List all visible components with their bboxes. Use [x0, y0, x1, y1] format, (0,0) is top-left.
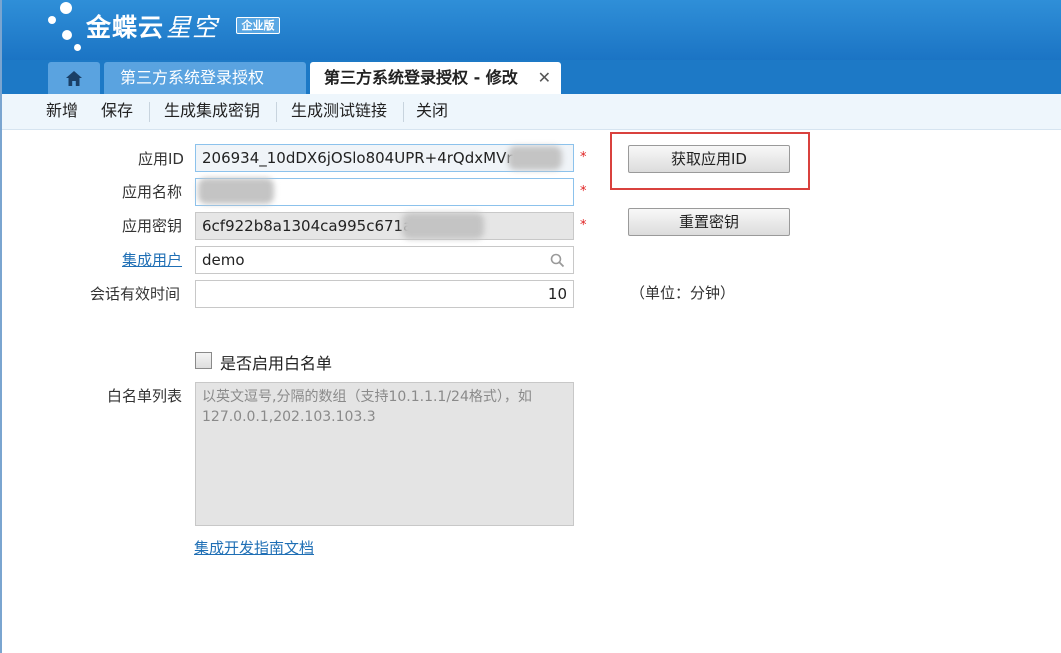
app-id-value: 206934_10dDX6jOSlo804UPR+4rQdxMVr [202, 149, 513, 167]
home-icon [66, 71, 82, 86]
integration-user-link[interactable]: 集成用户 [122, 249, 182, 270]
save-button[interactable]: 保存 [101, 94, 133, 128]
redaction-blur [508, 146, 562, 170]
logo-bold: 金蝶云 [86, 13, 165, 42]
session-time-input[interactable]: 10 [195, 280, 574, 308]
tab-home[interactable] [48, 62, 100, 94]
tab-bar: 第三方系统登录授权 第三方系统登录授权 - 修改 ✕ [2, 60, 1061, 94]
logo-text: 金蝶云星空 [86, 8, 218, 44]
new-button[interactable]: 新增 [46, 94, 78, 128]
close-button[interactable]: 关闭 [416, 94, 448, 128]
redaction-blur [198, 178, 274, 204]
integration-user-value: demo [202, 251, 245, 269]
tab-label: 第三方系统登录授权 - 修改 [324, 68, 518, 87]
redaction-blur [402, 213, 484, 239]
toolbar-divider [276, 102, 277, 122]
edition-badge: 企业版 [236, 17, 280, 34]
whitelist-placeholder: 以英文逗号,分隔的数组（支持10.1.1.1/24格式），如127.0.0.1,… [202, 389, 532, 425]
toolbar-divider [403, 102, 404, 122]
integration-guide-link[interactable]: 集成开发指南文档 [194, 537, 314, 558]
tab-label: 第三方系统登录授权 [120, 68, 265, 87]
required-mark: * [580, 150, 587, 165]
app-name-label: 应用名称 [122, 183, 183, 201]
tab-authorization-list[interactable]: 第三方系统登录授权 [104, 62, 306, 94]
session-time-label: 会话有效时间 [90, 285, 181, 303]
search-icon[interactable] [550, 253, 565, 268]
toolbar: 新增 保存 生成集成密钥 生成测试链接 关闭 [2, 94, 1061, 130]
session-time-value: 10 [547, 285, 567, 303]
tab-authorization-edit[interactable]: 第三方系统登录授权 - 修改 ✕ [310, 62, 561, 94]
generate-key-button[interactable]: 生成集成密钥 [164, 94, 260, 128]
logo-dots-icon [44, 2, 84, 54]
required-mark: * [580, 184, 587, 199]
required-mark: * [580, 218, 587, 233]
reset-secret-button[interactable]: 重置密钥 [628, 208, 790, 236]
whitelist-textarea[interactable]: 以英文逗号,分隔的数组（支持10.1.1.1/24格式），如127.0.0.1,… [195, 382, 574, 526]
app-secret-field[interactable]: 6cf922b8a1304ca995c671a [195, 212, 574, 240]
integration-user-input[interactable]: demo [195, 246, 574, 274]
toolbar-divider [149, 102, 150, 122]
app-secret-value: 6cf922b8a1304ca995c671a [202, 217, 413, 235]
generate-test-link-button[interactable]: 生成测试链接 [291, 94, 387, 128]
logo-light: 星空 [166, 13, 219, 42]
app-header: 金蝶云星空 企业版 [2, 0, 1061, 60]
close-icon[interactable]: ✕ [538, 62, 551, 94]
session-unit-label: （单位：分钟） [630, 284, 736, 302]
app-secret-label: 应用密钥 [122, 217, 183, 235]
whitelist-enable-label: 是否启用白名单 [220, 354, 333, 373]
get-app-id-button[interactable]: 获取应用ID [628, 145, 790, 173]
whitelist-label: 白名单列表 [107, 387, 183, 405]
app-window: 金蝶云星空 企业版 第三方系统登录授权 第三方系统登录授权 - 修改 ✕ 新增 … [0, 0, 1061, 653]
whitelist-enable-checkbox[interactable] [195, 352, 212, 369]
app-id-label: 应用ID [138, 150, 184, 168]
